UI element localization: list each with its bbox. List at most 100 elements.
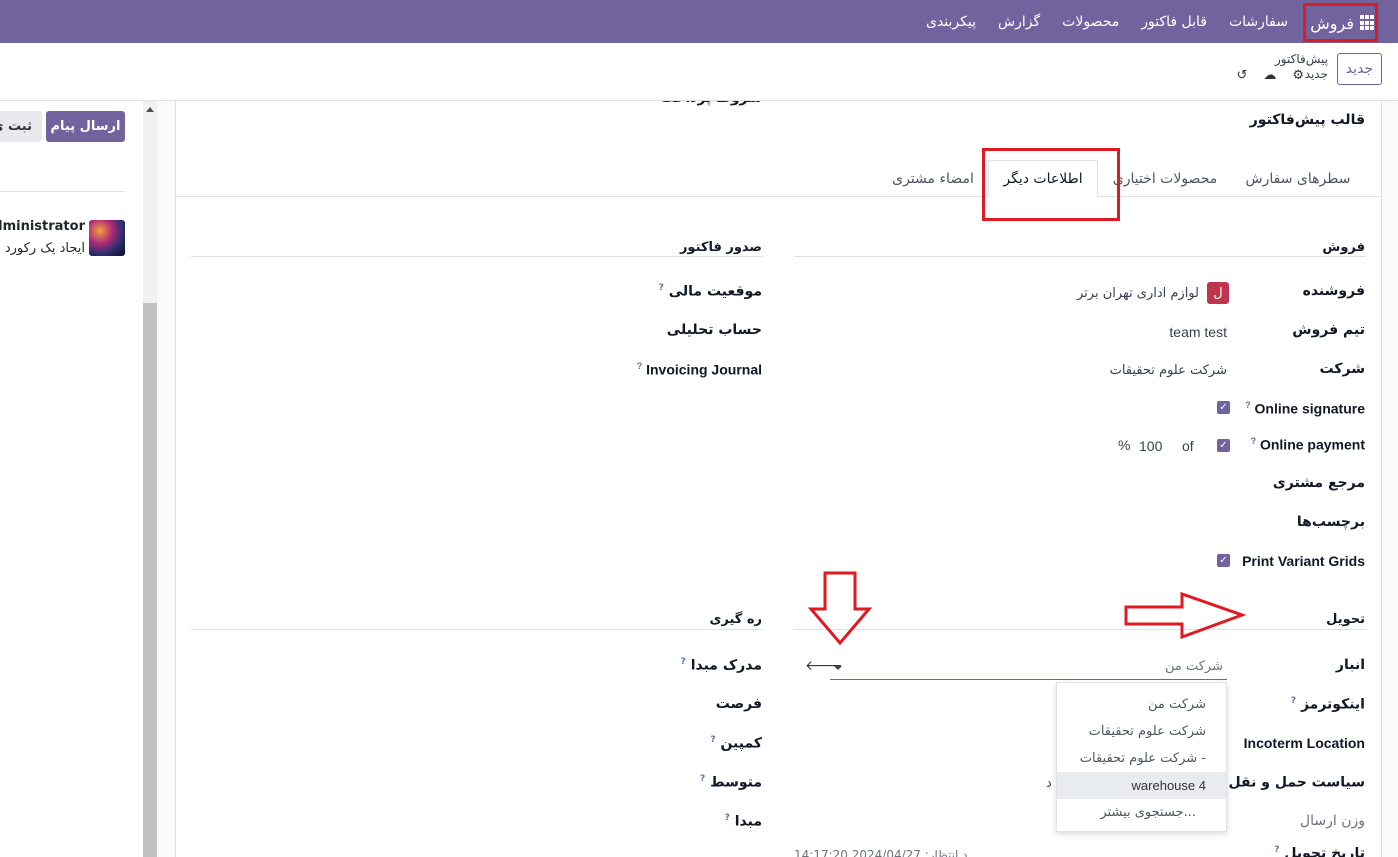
source-document-text: مدرک مبدا xyxy=(690,657,762,674)
medium-text: متوسط xyxy=(710,774,762,791)
cloud-upload-icon[interactable]: ☁ xyxy=(1263,68,1276,83)
medium-label: ? متوسط xyxy=(700,774,762,791)
send-message-button[interactable]: ارسال پیام xyxy=(46,111,125,142)
breadcrumb-parent[interactable]: پیش‌فاکتور xyxy=(1275,52,1328,67)
tab-order-lines[interactable]: سطرهای سفارش xyxy=(1231,160,1365,197)
new-button[interactable]: جدید xyxy=(1336,53,1382,85)
app-brand[interactable]: فروش xyxy=(1306,5,1378,41)
section-title-sales: فروش xyxy=(1322,240,1365,255)
analytic-account-label: حساب تحلیلی xyxy=(666,322,762,338)
section-divider xyxy=(191,256,763,257)
help-icon[interactable]: ? xyxy=(637,361,643,371)
message-author: Administrator xyxy=(0,219,85,234)
section-title-delivery: تحویل xyxy=(1326,612,1365,627)
message-body: ایجاد یک رکورد xyxy=(4,241,85,256)
help-icon[interactable]: ? xyxy=(1274,845,1279,855)
print-variant-label: Print Variant Grids xyxy=(1242,553,1365,569)
tab-optional-products[interactable]: محصولات اختیاری xyxy=(1098,160,1232,197)
section-divider xyxy=(191,629,763,630)
sales-team-label: تیم فروش xyxy=(1292,322,1365,338)
search-more-option[interactable]: جستجوی بیشتر... xyxy=(1057,799,1226,826)
source-text: مبدا xyxy=(734,813,762,830)
tags-label: برچسب‌ها xyxy=(1296,514,1365,530)
dropdown-option[interactable]: شرکت علوم تحقیقات - xyxy=(1057,745,1226,772)
arrow-left-icon[interactable]: 🡐 xyxy=(805,657,843,674)
salesperson-avatar: ل xyxy=(1207,282,1229,304)
dropdown-option[interactable]: شرکت علوم تحقیقات xyxy=(1057,718,1226,745)
help-icon[interactable]: ? xyxy=(1291,696,1296,706)
menu-item-configuration[interactable]: پیکربندی xyxy=(926,14,976,30)
help-icon[interactable]: ? xyxy=(659,283,664,293)
fiscal-position-text: موقعیت مالی xyxy=(668,283,762,300)
online-signature-checkbox[interactable]: ✓ xyxy=(1217,401,1230,414)
help-icon[interactable]: ? xyxy=(725,813,730,823)
online-payment-unit: % xyxy=(1118,437,1131,453)
help-icon[interactable]: ? xyxy=(710,735,715,745)
section-title-tracking: ره گیری xyxy=(709,612,762,627)
shipping-weight-label: وزن ارسال xyxy=(1299,813,1365,829)
online-payment-text: Online payment xyxy=(1259,436,1365,453)
menu-item-to-invoice[interactable]: قابل فاکتور xyxy=(1141,14,1207,30)
shipping-policy-label: ? سیاست حمل و نقل xyxy=(1218,774,1365,791)
dropdown-option-highlighted[interactable]: warehouse 4 xyxy=(1057,772,1226,799)
menu-item-reporting[interactable]: گزارش xyxy=(998,14,1040,30)
tab-other-info[interactable]: اطلاعات دیگر xyxy=(988,160,1098,197)
online-payment-amount[interactable]: 100 xyxy=(1139,438,1162,454)
online-payment-label: ? Online payment xyxy=(1251,436,1365,453)
online-payment-checkbox[interactable]: ✓ xyxy=(1217,439,1230,452)
delivery-date-label: ? تاریخ تحویل xyxy=(1274,845,1365,857)
section-divider xyxy=(794,629,1366,630)
salesperson-value[interactable]: لوازم اداری تهران برتر xyxy=(1077,286,1199,301)
tab-customer-signature[interactable]: امضاء مشتری xyxy=(880,160,986,197)
scroll-up-icon[interactable] xyxy=(146,107,154,112)
annotation-arrow-down-icon xyxy=(807,571,873,646)
salesperson-label: فروشنده xyxy=(1302,283,1365,299)
online-payment-of: of xyxy=(1182,438,1194,454)
customer-reference-label: مرجع مشتری xyxy=(1272,475,1365,491)
help-icon[interactable]: ? xyxy=(681,657,686,667)
section-divider xyxy=(794,256,1366,257)
undo-icon[interactable]: ↺ xyxy=(1236,68,1247,83)
main-menu: سفارشات قابل فاکتور محصولات گزارش پیکربن… xyxy=(926,0,1288,43)
source-document-label: ? مدرک مبدا xyxy=(681,657,762,674)
chatter-panel xyxy=(0,101,145,857)
invoicing-journal-text: Invoicing Journal xyxy=(646,361,762,378)
help-icon[interactable]: ? xyxy=(1245,400,1251,410)
expected-date-value: د انتظار: 2024/04/27 14:17:20 xyxy=(794,848,968,857)
fiscal-position-label: ? موقعیت مالی xyxy=(659,283,762,300)
gear-icon[interactable]: ⚙ xyxy=(1292,68,1304,83)
annotation-arrow-right-icon xyxy=(1124,591,1246,640)
company-label: شرکت xyxy=(1319,361,1365,377)
company-value[interactable]: شرکت علوم تحقیقات xyxy=(1110,363,1227,378)
help-icon[interactable]: ? xyxy=(700,774,705,784)
online-signature-label: ? Online signature xyxy=(1245,400,1365,417)
menu-item-products[interactable]: محصولات xyxy=(1062,14,1119,30)
print-variant-checkbox[interactable]: ✓ xyxy=(1217,554,1230,567)
help-icon[interactable]: ? xyxy=(1251,436,1257,446)
shipping-policy-text: سیاست حمل و نقل xyxy=(1228,774,1365,791)
warehouse-input-underline xyxy=(830,679,1227,680)
online-signature-text: Online signature xyxy=(1254,400,1365,417)
incoterm-location-label: Incoterm Location xyxy=(1243,735,1365,751)
section-title-invoicing: صدور فاکتور xyxy=(679,240,762,255)
dropdown-option[interactable]: شرکت من xyxy=(1057,691,1226,718)
app-name[interactable]: فروش xyxy=(1310,14,1354,33)
control-panel: جدید پیش‌فاکتور جدید ⚙ ☁ ↺ xyxy=(0,43,1398,101)
menu-item-orders[interactable]: سفارشات xyxy=(1229,14,1288,30)
delivery-date-text: تاریخ تحویل xyxy=(1284,845,1365,857)
warehouse-label: انبار xyxy=(1335,657,1365,673)
quotation-template-label: قالب پیش‌فاکتور xyxy=(1249,112,1365,128)
warehouse-input[interactable]: شرکت من xyxy=(1165,659,1223,674)
opportunity-label: فرصت xyxy=(715,696,762,712)
warehouse-dropdown: شرکت من شرکت علوم تحقیقات شرکت علوم تحقی… xyxy=(1056,682,1227,832)
scrollbar[interactable] xyxy=(143,101,157,857)
shipping-policy-value[interactable]: د xyxy=(1046,776,1052,791)
scrollbar-thumb[interactable] xyxy=(143,303,157,857)
log-note-button[interactable]: ثبت ی xyxy=(0,111,42,142)
apps-grid-icon[interactable] xyxy=(1360,15,1374,31)
top-navbar: فروش سفارشات قابل فاکتور محصولات گزارش پ… xyxy=(0,0,1398,43)
invoicing-journal-label: ? Invoicing Journal xyxy=(637,361,762,378)
sales-team-value[interactable]: team test xyxy=(1169,324,1227,340)
record-actions: ⚙ ☁ ↺ xyxy=(1236,68,1304,83)
incoterms-text: اینکوترمز xyxy=(1300,696,1365,713)
